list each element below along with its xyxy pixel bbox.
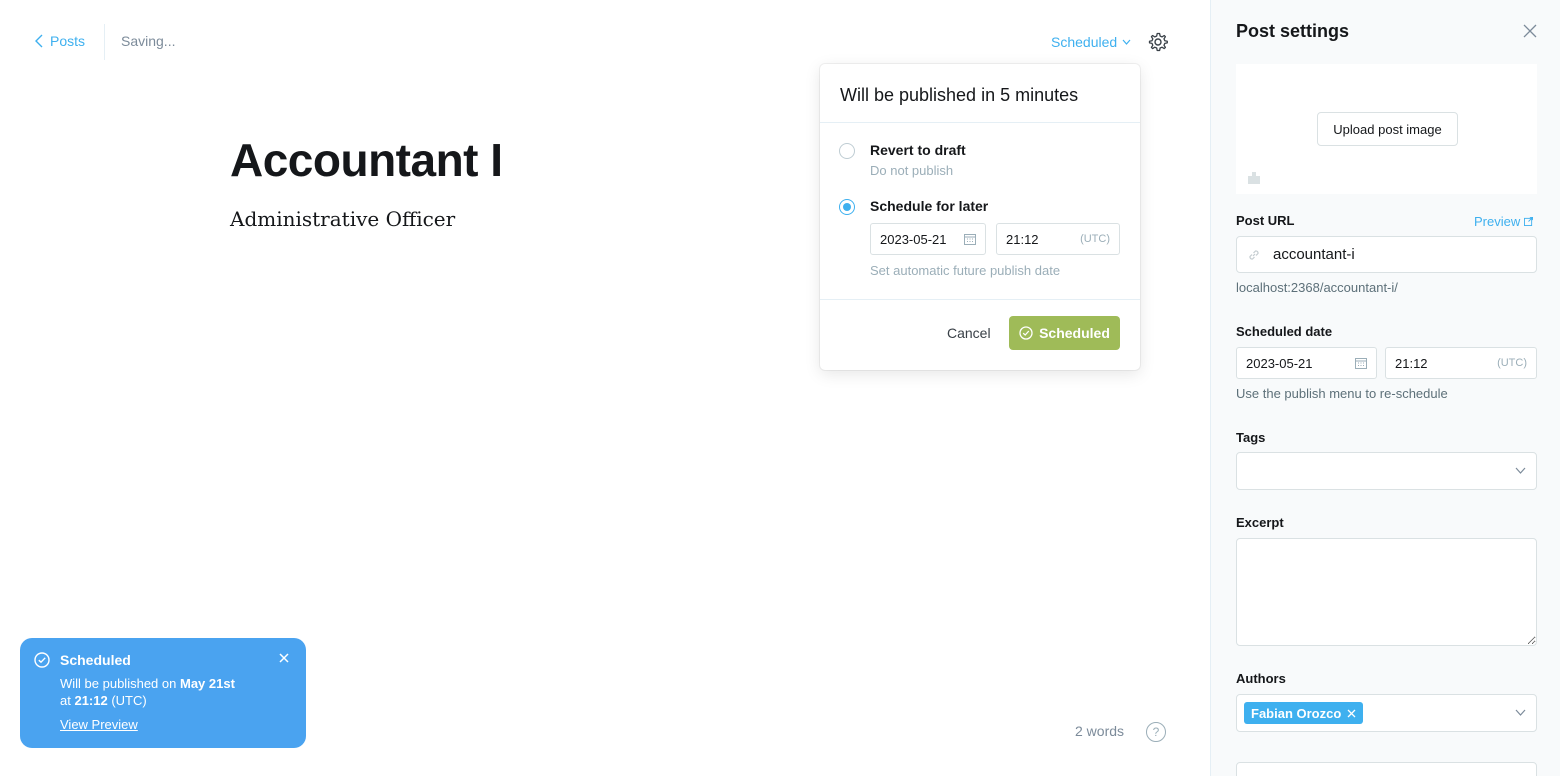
remove-author-icon[interactable] — [1347, 709, 1356, 718]
cancel-button[interactable]: Cancel — [947, 325, 991, 341]
back-link-label: Posts — [50, 33, 86, 49]
settings-gear-button[interactable] — [1146, 30, 1170, 54]
publish-time-input[interactable]: 21:12 (UTC) — [996, 223, 1120, 255]
chevron-left-icon — [35, 34, 43, 48]
notification-message: Will be published on May 21st at 21:12 (U… — [60, 675, 290, 709]
next-setting-field[interactable] — [1236, 762, 1537, 776]
schedule-for-later-description: Set automatic future publish date — [870, 263, 1061, 278]
chevron-down-icon — [1515, 467, 1526, 474]
post-url-label: Post URL — [1236, 213, 1295, 228]
notification-msg-at: at — [60, 693, 71, 708]
help-button[interactable]: ? — [1146, 722, 1166, 742]
scheduled-date-input[interactable]: 2023-05-21 — [1236, 347, 1377, 379]
publish-date-input[interactable]: 2023-05-21 — [870, 223, 986, 255]
excerpt-label: Excerpt — [1236, 515, 1284, 530]
back-to-posts-link[interactable]: Posts — [34, 33, 85, 49]
panel-title: Post settings — [1236, 21, 1350, 41]
schedule-for-later-radio[interactable] — [839, 199, 855, 215]
revert-to-draft-description: Do not publish — [870, 163, 954, 178]
close-icon[interactable] — [278, 652, 290, 664]
notification-timezone: (UTC) — [111, 693, 147, 708]
publish-menu-popover: Will be published in 5 minutes Revert to… — [820, 64, 1140, 370]
gear-icon — [1148, 32, 1168, 52]
word-count: 2 words — [1075, 723, 1125, 739]
question-mark-icon: ? — [1152, 725, 1160, 739]
tags-select[interactable] — [1236, 452, 1537, 490]
revert-to-draft-radio[interactable] — [839, 143, 855, 159]
preview-link[interactable]: Preview — [1474, 214, 1534, 229]
chevron-down-icon — [1122, 39, 1131, 45]
scheduled-time-input[interactable]: 21:12 (UTC) — [1385, 347, 1537, 379]
publish-status-dropdown[interactable]: Scheduled — [1051, 34, 1131, 50]
publish-menu-options: Revert to draft Do not publish Schedule … — [820, 123, 1140, 300]
post-title[interactable]: Accountant I — [230, 133, 503, 187]
author-name: Fabian Orozco — [1251, 705, 1342, 721]
upload-post-image-button[interactable]: Upload post image — [1317, 112, 1458, 146]
authors-label: Authors — [1236, 671, 1286, 686]
author-token: Fabian Orozco — [1244, 702, 1364, 724]
image-placeholder-icon — [1248, 172, 1260, 184]
publish-time-value: 21:12 — [1006, 231, 1039, 247]
calendar-icon[interactable] — [1355, 357, 1367, 369]
publish-menu-footer: Cancel Scheduled — [820, 300, 1140, 370]
calendar-icon[interactable] — [964, 233, 976, 245]
scheduled-time-value: 21:12 — [1395, 355, 1428, 371]
preview-link-label: Preview — [1474, 214, 1521, 229]
close-icon[interactable] — [1523, 24, 1537, 38]
post-body-text[interactable]: Administrative Officer — [230, 207, 455, 231]
post-url-input[interactable]: accountant-i — [1236, 236, 1537, 273]
reschedule-hint: Use the publish menu to re-schedule — [1236, 386, 1448, 401]
scheduled-confirm-button[interactable]: Scheduled — [1009, 316, 1120, 350]
tags-label: Tags — [1236, 430, 1266, 445]
full-post-url: localhost:2368/accountant-i/ — [1236, 280, 1398, 295]
scheduled-date-value: 2023-05-21 — [1246, 355, 1313, 371]
header-divider — [104, 24, 105, 60]
post-settings-panel: Post settings Upload post image Post URL… — [1210, 0, 1560, 776]
timezone-label: (UTC) — [1080, 233, 1110, 245]
notification-date: May 21st — [179, 676, 235, 691]
chevron-down-icon — [1515, 709, 1526, 716]
publish-date-value: 2023-05-21 — [880, 231, 947, 247]
publish-status-label: Scheduled — [1051, 34, 1118, 50]
scheduled-date-label: Scheduled date — [1236, 324, 1333, 339]
editor-pane: Posts Saving... Scheduled Accountant I A… — [0, 0, 1210, 776]
scheduled-confirm-label: Scheduled — [1039, 325, 1110, 341]
view-preview-link[interactable]: View Preview — [60, 717, 138, 732]
timezone-label: (UTC) — [1497, 357, 1527, 369]
post-image-dropzone[interactable]: Upload post image — [1236, 64, 1537, 194]
saving-status: Saving... — [121, 33, 176, 49]
check-circle-icon — [34, 652, 50, 668]
notification-msg-prefix: Will be published on — [60, 676, 177, 691]
link-icon — [1249, 249, 1259, 260]
revert-to-draft-label[interactable]: Revert to draft — [870, 142, 966, 158]
publish-menu-heading: Will be published in 5 minutes — [820, 64, 1140, 123]
notification-time: 21:12 — [74, 693, 108, 708]
post-url-value: accountant-i — [1273, 246, 1355, 263]
check-circle-icon — [1019, 326, 1033, 340]
excerpt-textarea[interactable] — [1236, 538, 1537, 646]
scheduled-notification: Scheduled Will be published on May 21st a… — [20, 638, 306, 748]
schedule-for-later-label[interactable]: Schedule for later — [870, 198, 988, 214]
notification-title: Scheduled — [60, 652, 131, 668]
external-link-icon — [1524, 217, 1534, 226]
authors-select[interactable]: Fabian Orozco — [1236, 694, 1537, 732]
